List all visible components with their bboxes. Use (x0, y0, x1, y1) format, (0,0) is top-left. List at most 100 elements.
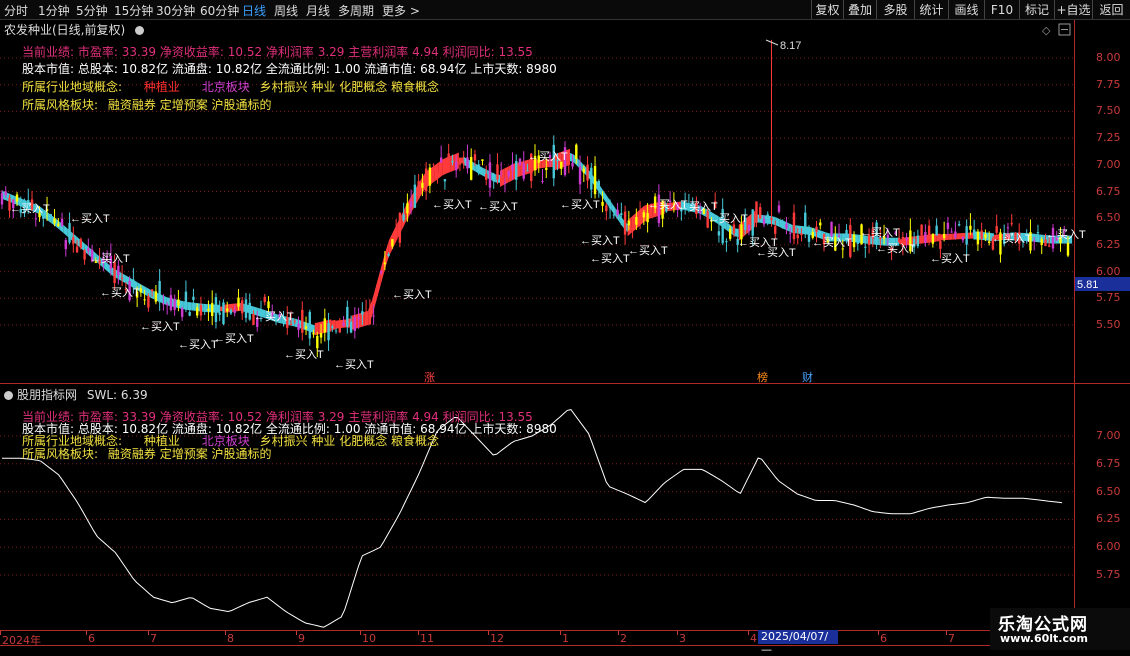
date-tick (677, 631, 678, 635)
candle-body (432, 168, 435, 171)
buy-signal-label: ←买入T (432, 198, 472, 211)
candle-body (488, 162, 492, 188)
ribbon-segment (380, 253, 385, 285)
diamond-icon[interactable]: ◇ (1042, 24, 1051, 37)
candle-body (762, 218, 766, 225)
buy-signal-label: ←买入T (70, 212, 110, 225)
candle-body (263, 296, 266, 303)
candle-body (466, 157, 469, 169)
indicator-name: 股朋指标网 (17, 388, 78, 402)
candle-body (511, 164, 514, 171)
candle-body (931, 233, 935, 244)
candle-body (995, 226, 998, 233)
candle-body (199, 305, 203, 316)
candle-body (421, 182, 424, 188)
candle-body (815, 226, 818, 232)
candle-body (781, 227, 784, 229)
candle-body (154, 291, 158, 302)
candle-body (605, 205, 608, 212)
candle-body (987, 241, 991, 243)
candle-body (942, 233, 946, 239)
candle-body (293, 320, 296, 322)
candle-body (946, 222, 950, 229)
candle-body (0, 193, 4, 205)
candle-body (409, 201, 413, 208)
candle-body (214, 297, 218, 322)
candle-body (612, 214, 616, 216)
candle-body (218, 312, 221, 315)
y-tick-label: 6.00 (1096, 540, 1121, 554)
date-tick-label: 7 (948, 632, 955, 645)
candle-body (777, 205, 781, 212)
ribbon-segment (775, 217, 780, 228)
candle-body (143, 299, 146, 301)
candle-body (1033, 240, 1036, 242)
candle-body (1036, 232, 1040, 234)
y-tick-label: 6.00 (1096, 264, 1121, 278)
candle-body (229, 309, 233, 314)
candle-body (346, 306, 349, 327)
sub-info-style-row: 所属风格板块: 融资融券 定增预案 沪股通标的 (22, 445, 272, 462)
candle-body (515, 160, 518, 180)
date-tick (618, 631, 619, 635)
candle-body (545, 167, 548, 171)
candle-body (852, 234, 856, 248)
current-price-value: 5.81 (1077, 279, 1098, 291)
candle-body (575, 144, 578, 159)
date-tick (360, 631, 361, 635)
ribbon-segment (969, 232, 974, 239)
date-tick (296, 631, 297, 635)
dropdown-circle-icon[interactable] (4, 391, 13, 400)
date-tick (86, 631, 87, 635)
candle-body (323, 318, 327, 333)
date-tick (418, 631, 419, 635)
candle-body (387, 253, 390, 256)
date-tick-label: 6 (88, 632, 95, 645)
candle-body (635, 217, 638, 225)
candle-body (980, 230, 983, 240)
candle-body (518, 158, 522, 166)
candle-body (616, 209, 619, 215)
candle-body (593, 166, 597, 195)
candle-body (394, 230, 398, 236)
candle-body (961, 237, 965, 241)
candle-body (1006, 227, 1010, 229)
candle-body (905, 237, 908, 241)
buy-signal-label: ←买入T (628, 244, 668, 257)
date-tick-label: 9 (298, 632, 305, 645)
candle-body (774, 226, 777, 234)
y-tick-label: 6.50 (1096, 211, 1121, 225)
candle-body (79, 239, 83, 248)
date-tick (225, 631, 226, 635)
concept-value: 乡村振兴 种业 化肥概念 粮食概念 (259, 80, 440, 94)
buy-signal-label: ←买入T (478, 200, 518, 213)
candle-body (443, 179, 447, 182)
candle-body (57, 223, 60, 227)
candle-body (725, 241, 728, 243)
candle-body (4, 191, 7, 196)
candle-body (120, 277, 124, 279)
candle-body (177, 299, 180, 306)
candle-body (541, 180, 544, 182)
candle-body (601, 201, 604, 206)
candle-body (349, 321, 353, 333)
candle-body (856, 239, 860, 244)
candle-body (184, 291, 188, 308)
candle-body (503, 182, 507, 184)
candle-body (162, 303, 165, 305)
date-tick-label: 1 (562, 632, 569, 645)
candle-body (642, 212, 646, 218)
date-tick (946, 631, 947, 635)
sub-style-label: 所属风格板块: (22, 447, 99, 461)
candle-body (117, 265, 120, 276)
buy-signal-label: ←买入T (90, 252, 130, 265)
svg-text:8.17: 8.17 (780, 40, 801, 52)
candle-body (60, 218, 64, 226)
candle-body (927, 225, 931, 240)
sub-style-value: 融资融券 定增预案 沪股通标的 (107, 447, 272, 461)
event-marker: 财 (802, 370, 813, 384)
dropdown-circle-icon[interactable] (135, 26, 145, 35)
buy-signal-label: ←买入T (580, 234, 620, 247)
candle-body (485, 173, 488, 180)
buy-signal-label: ←买入T (708, 212, 748, 225)
